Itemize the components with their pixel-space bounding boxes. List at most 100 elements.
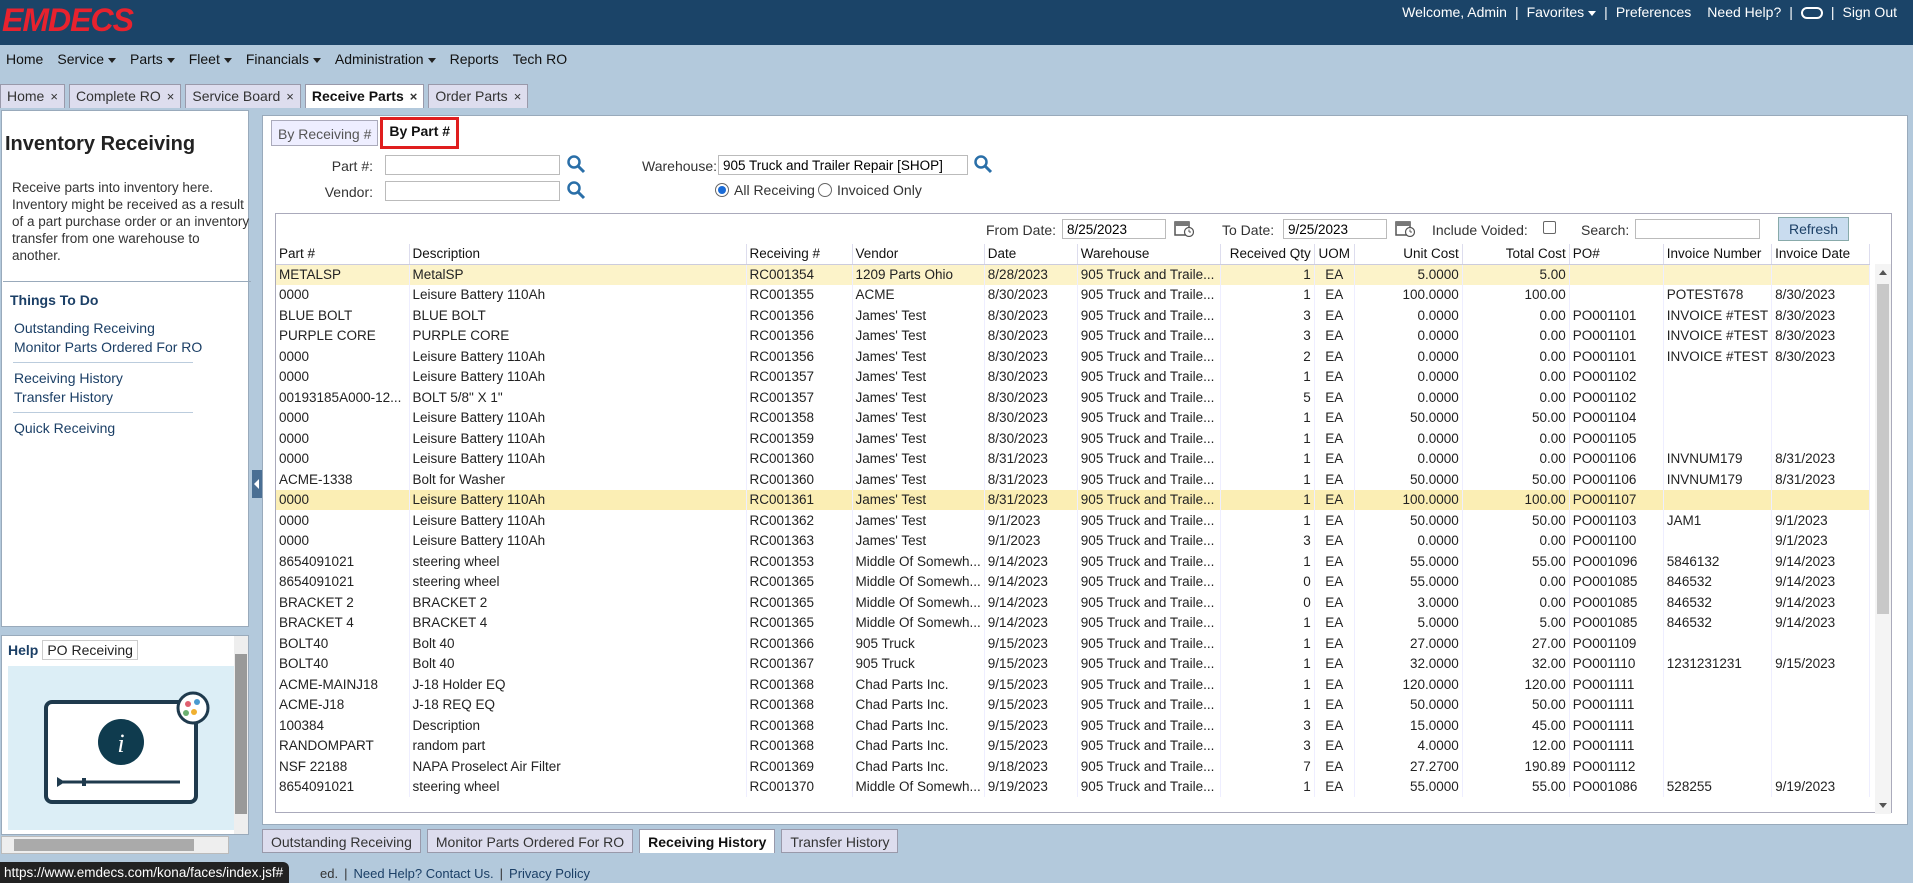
- menu-tech-ro[interactable]: Tech RO: [513, 51, 567, 67]
- col-po[interactable]: PO#: [1569, 244, 1664, 265]
- table-row[interactable]: 0000 Leisure Battery 110Ah RC001358 James' …: [276, 407, 1871, 428]
- all-receiving-radio[interactable]: [715, 183, 729, 197]
- col-date[interactable]: Date: [984, 244, 1078, 265]
- col-received-qty[interactable]: Received Qty: [1220, 244, 1315, 265]
- tab-receiving-history[interactable]: Receiving History: [639, 829, 776, 853]
- col-part[interactable]: Part #: [276, 244, 410, 265]
- col-unit-cost[interactable]: Unit Cost: [1354, 244, 1463, 265]
- contact-link[interactable]: Need Help? Contact Us.: [353, 866, 493, 881]
- table-row[interactable]: BOLT40 Bolt 40 RC001367 905 Truck 9/15/2023 9…: [276, 653, 1871, 674]
- search-icon[interactable]: [566, 180, 586, 200]
- col-receiving[interactable]: Receiving #: [746, 244, 853, 265]
- left-horizontal-scrollbar[interactable]: [1, 836, 229, 854]
- preferences-link[interactable]: Preferences: [1608, 4, 1699, 20]
- tab-monitor-parts[interactable]: Monitor Parts Ordered For RO: [426, 829, 634, 853]
- emdecs-logo[interactable]: EMDECS: [2, 2, 134, 39]
- favorites-menu[interactable]: Favorites: [1519, 4, 1605, 20]
- tab-transfer-history[interactable]: Transfer History: [781, 829, 899, 853]
- close-icon[interactable]: ×: [167, 89, 175, 104]
- theme-toggle[interactable]: [1793, 4, 1831, 20]
- table-row[interactable]: ACME-J18 J-18 REQ EQ RC001368 Chad Parts In…: [276, 694, 1871, 715]
- col-vendor[interactable]: Vendor: [852, 244, 985, 265]
- table-row[interactable]: NSF 22188 NAPA Proselect Air Filter RC0013…: [276, 756, 1871, 777]
- to-date-input[interactable]: [1283, 219, 1387, 239]
- scroll-down-icon[interactable]: [1879, 803, 1887, 808]
- invoiced-only-radio[interactable]: [818, 183, 832, 197]
- link-quick-receiving[interactable]: Quick Receiving: [14, 420, 115, 436]
- link-transfer-history[interactable]: Transfer History: [14, 389, 113, 405]
- table-row[interactable]: 8654091021 steering wheel RC001370 Middle O…: [276, 776, 1871, 797]
- table-row[interactable]: BRACKET 2 BRACKET 2 RC001365 Middle Of Some…: [276, 592, 1871, 613]
- tab-home[interactable]: Home ×: [0, 84, 65, 108]
- calendar-icon[interactable]: [1395, 219, 1415, 237]
- table-row[interactable]: METALSP MetalSP RC001354 1209 Parts Ohio 8/2…: [276, 264, 1871, 285]
- warehouse-input[interactable]: [718, 155, 968, 175]
- table-row[interactable]: BLUE BOLT BLUE BOLT RC001356 James' Test 8/3…: [276, 305, 1871, 326]
- cell-invoice-number: POTEST678: [1663, 284, 1773, 305]
- tab-service-board[interactable]: Service Board ×: [185, 84, 301, 108]
- tab-outstanding-receiving[interactable]: Outstanding Receiving: [262, 829, 421, 853]
- sign-out-link[interactable]: Sign Out: [1835, 4, 1905, 20]
- menu-fleet[interactable]: Fleet: [189, 51, 232, 67]
- tab-receive-parts[interactable]: Receive Parts ×: [304, 84, 425, 108]
- tab-by-part[interactable]: By Part #: [380, 117, 460, 149]
- menu-reports[interactable]: Reports: [450, 51, 499, 67]
- scroll-up-icon[interactable]: [1879, 270, 1887, 275]
- help-video-thumbnail[interactable]: i: [8, 666, 234, 830]
- close-icon[interactable]: ×: [514, 89, 522, 104]
- search-icon[interactable]: [566, 154, 586, 174]
- part-input[interactable]: [385, 155, 560, 175]
- table-row[interactable]: 8654091021 steering wheel RC001353 Middle O…: [276, 551, 1871, 572]
- privacy-link[interactable]: Privacy Policy: [509, 866, 590, 881]
- menu-home[interactable]: Home: [6, 51, 43, 67]
- tab-by-receiving[interactable]: By Receiving #: [271, 120, 379, 146]
- tab-complete-ro[interactable]: Complete RO ×: [68, 84, 182, 108]
- calendar-icon[interactable]: [1174, 219, 1194, 237]
- refresh-button[interactable]: Refresh: [1778, 217, 1849, 241]
- table-row[interactable]: 0000 Leisure Battery 110Ah RC001359 James' …: [276, 428, 1871, 449]
- grid-search-input[interactable]: [1635, 219, 1760, 239]
- table-row[interactable]: 0000 Leisure Battery 110Ah RC001360 James' …: [276, 448, 1871, 469]
- collapse-panel-button[interactable]: [252, 470, 262, 498]
- include-voided-checkbox[interactable]: [1543, 221, 1556, 234]
- help-topic[interactable]: PO Receiving: [42, 640, 138, 660]
- close-icon[interactable]: ×: [50, 89, 58, 104]
- help-scrollbar[interactable]: [234, 636, 248, 834]
- table-row[interactable]: 0000 Leisure Battery 110Ah RC001361 James' …: [276, 489, 1871, 510]
- link-monitor-parts[interactable]: Monitor Parts Ordered For RO: [14, 339, 202, 355]
- col-uom[interactable]: UOM: [1314, 244, 1355, 265]
- table-row[interactable]: 0000 Leisure Battery 110Ah RC001363 James' …: [276, 530, 1871, 551]
- table-row[interactable]: 0000 Leisure Battery 110Ah RC001355 ACME 8/3…: [276, 284, 1871, 305]
- col-invoice-date[interactable]: Invoice Date: [1771, 244, 1871, 265]
- search-icon[interactable]: [973, 154, 993, 174]
- table-row[interactable]: PURPLE CORE PURPLE CORE RC001356 James' Tes…: [276, 325, 1871, 346]
- link-outstanding-receiving[interactable]: Outstanding Receiving: [14, 320, 155, 336]
- col-warehouse[interactable]: Warehouse: [1077, 244, 1221, 265]
- table-row[interactable]: BRACKET 4 BRACKET 4 RC001365 Middle Of Some…: [276, 612, 1871, 633]
- vendor-input[interactable]: [385, 181, 560, 201]
- table-row[interactable]: 0000 Leisure Battery 110Ah RC001356 James' …: [276, 346, 1871, 367]
- need-help-link[interactable]: Need Help?: [1699, 4, 1789, 20]
- menu-parts[interactable]: Parts: [130, 51, 175, 67]
- table-row[interactable]: 0000 Leisure Battery 110Ah RC001362 James' …: [276, 510, 1871, 531]
- from-date-input[interactable]: [1062, 219, 1166, 239]
- col-total-cost[interactable]: Total Cost: [1462, 244, 1570, 265]
- menu-administration[interactable]: Administration: [335, 51, 436, 67]
- link-receiving-history[interactable]: Receiving History: [14, 370, 123, 386]
- close-icon[interactable]: ×: [410, 89, 418, 104]
- table-row[interactable]: 00193185A000-12... BOLT 5/8" X 1" RC001357…: [276, 387, 1871, 408]
- grid-scrollbar[interactable]: [1875, 264, 1891, 814]
- table-row[interactable]: 0000 Leisure Battery 110Ah RC001357 James' …: [276, 366, 1871, 387]
- table-row[interactable]: ACME-1338 Bolt for Washer RC001360 James' T…: [276, 469, 1871, 490]
- menu-financials[interactable]: Financials: [246, 51, 321, 67]
- table-row[interactable]: BOLT40 Bolt 40 RC001366 905 Truck 9/15/2023 9…: [276, 633, 1871, 654]
- col-invoice-number[interactable]: Invoice Number: [1663, 244, 1773, 265]
- table-row[interactable]: 100384 Description RC001368 Chad Parts Inc.…: [276, 715, 1871, 736]
- table-row[interactable]: ACME-MAINJ18 J-18 Holder EQ RC001368 Chad P…: [276, 674, 1871, 695]
- menu-service[interactable]: Service: [57, 51, 117, 67]
- col-description[interactable]: Description: [409, 244, 747, 265]
- tab-order-parts[interactable]: Order Parts ×: [428, 84, 529, 108]
- close-icon[interactable]: ×: [286, 89, 294, 104]
- table-row[interactable]: RANDOMPART random part RC001368 Chad Parts …: [276, 735, 1871, 756]
- table-row[interactable]: 8654091021 steering wheel RC001365 Middle O…: [276, 571, 1871, 592]
